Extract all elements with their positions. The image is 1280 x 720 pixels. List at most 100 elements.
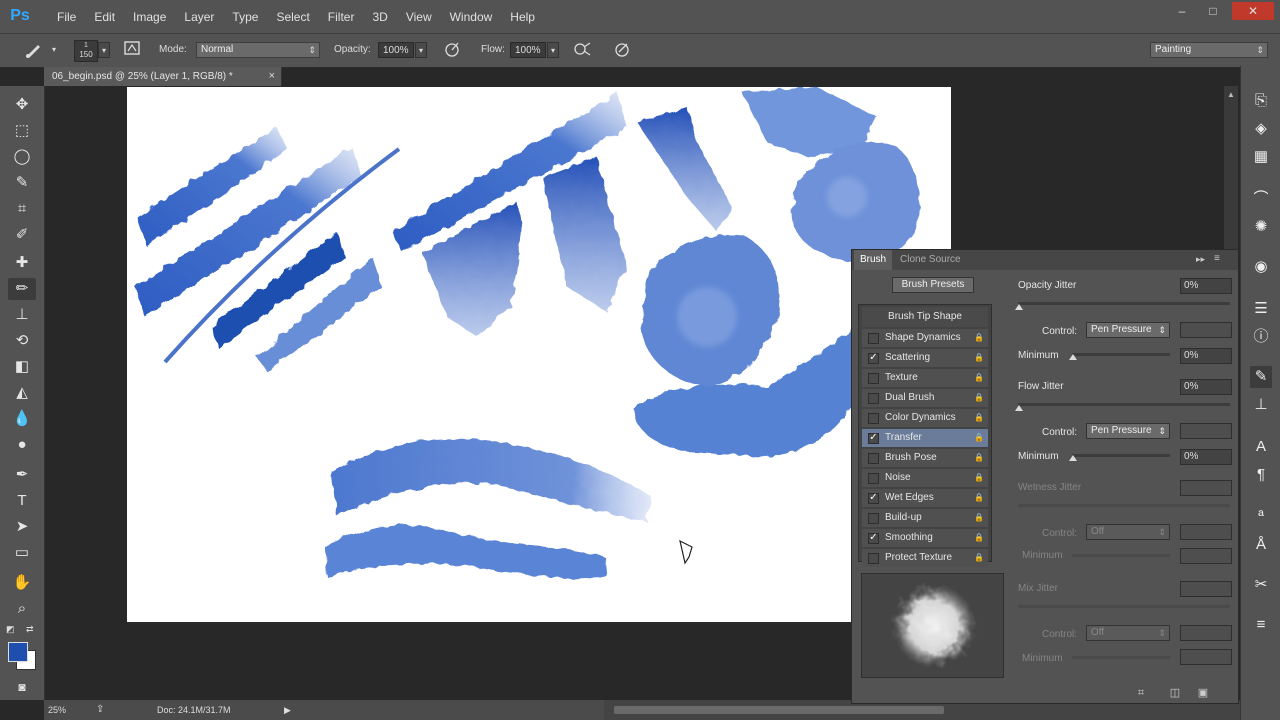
clone-source-panel-icon[interactable]: ⊥ (1250, 394, 1272, 416)
brush-setting-transfer[interactable]: ✓ Transfer 🔒 (862, 429, 988, 447)
opacity-jitter-slider-thumb[interactable] (1015, 304, 1023, 310)
color-panel-icon[interactable]: ◉ (1250, 256, 1272, 278)
tab-brush[interactable]: Brush (854, 250, 893, 270)
lock-icon[interactable]: 🔒 (974, 549, 984, 567)
export-icon[interactable]: ⇪ (96, 700, 104, 720)
brush-size-arrow-icon[interactable]: ▾ (98, 42, 110, 58)
brush-setting-texture[interactable]: Texture 🔒 (862, 369, 988, 387)
lock-icon[interactable]: 🔒 (974, 389, 984, 407)
info-panel-icon[interactable]: ⓘ (1250, 326, 1272, 348)
checkbox-shape-dynamics[interactable] (868, 333, 879, 344)
history-panel-icon[interactable]: ⎘ (1250, 90, 1272, 112)
brush-panel-icon[interactable]: ✎ (1250, 366, 1272, 388)
menu-file[interactable]: File (48, 10, 85, 24)
blur-tool-icon[interactable]: 💧 (8, 408, 36, 430)
default-colors-icon[interactable]: ◩ (6, 624, 16, 634)
opacity-jitter-input[interactable]: 0% (1180, 278, 1232, 294)
menu-3d[interactable]: 3D (363, 10, 396, 24)
menu-select[interactable]: Select (267, 10, 318, 24)
flow-jitter-slider[interactable] (1018, 403, 1230, 406)
dodge-tool-icon[interactable]: ● (8, 434, 36, 456)
menu-filter[interactable]: Filter (319, 10, 364, 24)
brush-tool-icon[interactable]: ✏ (8, 278, 36, 300)
opacity-minimum-input[interactable]: 0% (1180, 348, 1232, 364)
lasso-tool-icon[interactable]: ◯ (8, 146, 36, 168)
opacity-jitter-slider[interactable] (1018, 302, 1230, 305)
swatches-panel-icon[interactable]: ▦ (1250, 146, 1272, 168)
checkbox-brush-pose[interactable] (868, 453, 879, 464)
flow-minimum-slider[interactable] (1072, 454, 1170, 457)
rectangle-tool-icon[interactable]: ▭ (8, 542, 36, 564)
brush-setting-brush-pose[interactable]: Brush Pose 🔒 (862, 449, 988, 467)
lock-icon[interactable]: 🔒 (974, 469, 984, 487)
flow-input[interactable]: 100% (510, 42, 546, 58)
brush-setting-build-up[interactable]: Build-up 🔒 (862, 509, 988, 527)
brush-tip-shape-item[interactable]: Brush Tip Shape (862, 307, 988, 327)
menu-help[interactable]: Help (501, 10, 544, 24)
pressure-size-icon[interactable] (612, 40, 632, 60)
brush-setting-wet-edges[interactable]: ✓ Wet Edges 🔒 (862, 489, 988, 507)
character-panel-icon[interactable]: A (1250, 436, 1272, 458)
paragraph-panel-icon[interactable]: ¶ (1250, 464, 1272, 486)
menu-window[interactable]: Window (441, 10, 502, 24)
brush-setting-protect-texture[interactable]: Protect Texture 🔒 (862, 549, 988, 567)
checkbox-color-dynamics[interactable] (868, 413, 879, 424)
actions-panel-icon[interactable]: ≡ (1250, 614, 1272, 636)
close-tab-icon[interactable]: × (269, 67, 275, 86)
lock-icon[interactable]: 🔒 (974, 409, 984, 427)
checkbox-protect-texture[interactable] (868, 553, 879, 564)
horizontal-scroll-thumb[interactable] (614, 706, 944, 714)
marquee-tool-icon[interactable]: ⬚ (8, 120, 36, 142)
lock-icon[interactable]: 🔒 (974, 329, 984, 347)
document-tab[interactable]: 06_begin.psd @ 25% (Layer 1, RGB/8) * × (44, 67, 282, 86)
lock-icon[interactable]: 🔒 (974, 429, 984, 447)
checkbox-wet-edges[interactable]: ✓ (868, 493, 879, 504)
brush-setting-shape-dynamics[interactable]: Shape Dynamics 🔒 (862, 329, 988, 347)
airbrush-icon[interactable] (572, 40, 592, 60)
menu-type[interactable]: Type (223, 10, 267, 24)
menu-layer[interactable]: Layer (175, 10, 223, 24)
eyedropper-tool-icon[interactable]: ✐ (8, 224, 36, 246)
brush-setting-color-dynamics[interactable]: Color Dynamics 🔒 (862, 409, 988, 427)
hand-tool-icon[interactable]: ✋ (8, 572, 36, 594)
lock-icon[interactable]: 🔒 (974, 369, 984, 387)
opacity-minimum-slider[interactable] (1072, 353, 1170, 356)
checkbox-transfer[interactable]: ✓ (868, 433, 879, 444)
paragraph-styles-icon[interactable]: Å (1250, 534, 1272, 556)
brush-panel-toggle-icon[interactable] (122, 39, 142, 59)
lock-icon[interactable]: 🔒 (974, 449, 984, 467)
minimize-button[interactable]: – (1168, 2, 1196, 20)
flow-minimum-slider-thumb[interactable] (1069, 455, 1077, 461)
layers-panel-icon[interactable]: ◈ (1250, 118, 1272, 140)
brush-setting-scattering[interactable]: ✓ Scattering 🔒 (862, 349, 988, 367)
toggle-live-tip-icon[interactable]: ⌗ (1134, 686, 1148, 700)
opacity-arrow-icon[interactable]: ▾ (415, 42, 427, 58)
lock-icon[interactable]: 🔒 (974, 529, 984, 547)
properties-panel-icon[interactable]: ☰ (1250, 298, 1272, 320)
zoom-tool-icon[interactable]: ⌕ (8, 598, 36, 620)
brush-setting-smoothing[interactable]: ✓ Smoothing 🔒 (862, 529, 988, 547)
brush-setting-dual-brush[interactable]: Dual Brush 🔒 (862, 389, 988, 407)
tool-preset-arrow-icon[interactable]: ▾ (48, 42, 60, 58)
checkbox-texture[interactable] (868, 373, 879, 384)
maximize-button[interactable]: □ (1199, 2, 1227, 20)
crop-tool-icon[interactable]: ⌗ (8, 198, 36, 220)
workspace-dropdown[interactable]: Painting (1150, 42, 1268, 58)
flow-control-dropdown[interactable]: Pen Pressure (1086, 423, 1170, 439)
brush-size-picker[interactable]: 1 150 (74, 40, 98, 62)
flow-arrow-icon[interactable]: ▾ (547, 42, 559, 58)
tool-presets-icon[interactable]: ✂ (1250, 574, 1272, 596)
tab-clone-source[interactable]: Clone Source (894, 250, 967, 270)
character-styles-icon[interactable]: ª (1250, 506, 1272, 528)
foreground-color-swatch[interactable] (8, 642, 28, 662)
checkbox-noise[interactable] (868, 473, 879, 484)
lock-icon[interactable]: 🔒 (974, 509, 984, 527)
checkbox-dual-brush[interactable] (868, 393, 879, 404)
swap-colors-icon[interactable]: ⇄ (26, 624, 36, 634)
menu-edit[interactable]: Edit (85, 10, 124, 24)
menu-image[interactable]: Image (124, 10, 175, 24)
status-menu-arrow-icon[interactable]: ▶ (284, 700, 291, 720)
path-selection-tool-icon[interactable]: ➤ (8, 516, 36, 538)
opacity-input[interactable]: 100% (378, 42, 414, 58)
flow-jitter-input[interactable]: 0% (1180, 379, 1232, 395)
